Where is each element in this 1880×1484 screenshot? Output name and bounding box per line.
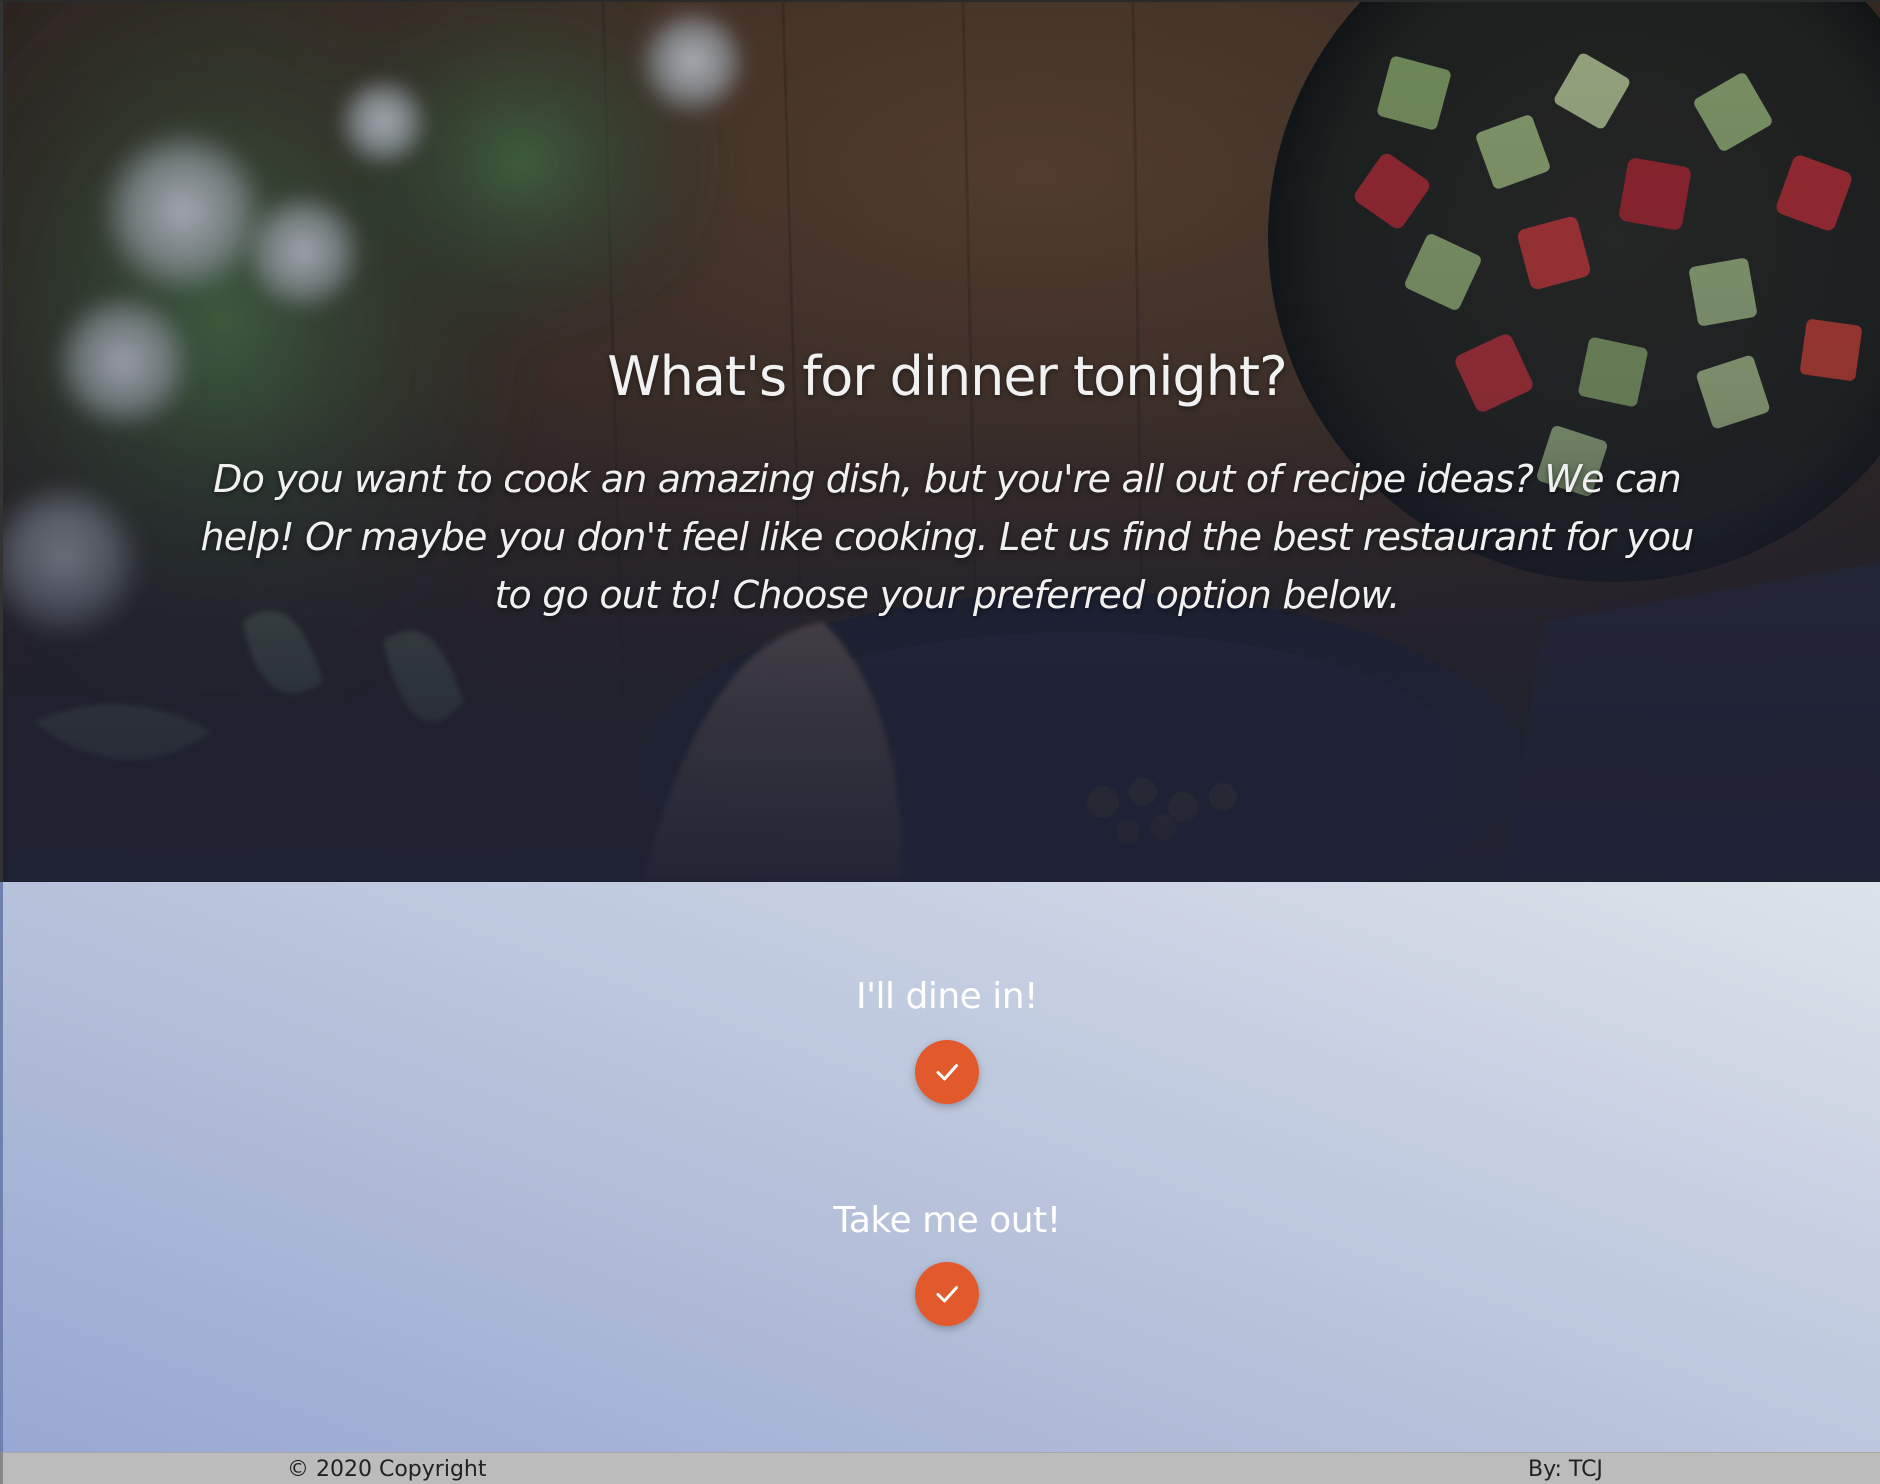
page-title: What's for dinner tonight? — [607, 345, 1288, 408]
hero-section: What's for dinner tonight? Do you want t… — [0, 0, 1880, 882]
take-out-label: Take me out! — [833, 1200, 1061, 1241]
options-section: I'll dine in! Take me out! — [0, 882, 1880, 1452]
checkmark-icon — [936, 1064, 958, 1081]
dine-in-button[interactable] — [915, 1040, 979, 1104]
footer: © 2020 Copyright By: TCJ — [0, 1452, 1880, 1484]
hero-background-image — [3, 2, 1880, 882]
dine-in-label: I'll dine in! — [856, 976, 1038, 1017]
author-credit: By: TCJ — [1528, 1457, 1603, 1482]
take-out-button[interactable] — [915, 1262, 979, 1326]
copyright-text: © 2020 Copyright — [287, 1457, 487, 1482]
hero-description: Do you want to cook an amazing dish, but… — [200, 457, 1694, 617]
checkmark-icon — [936, 1286, 958, 1303]
